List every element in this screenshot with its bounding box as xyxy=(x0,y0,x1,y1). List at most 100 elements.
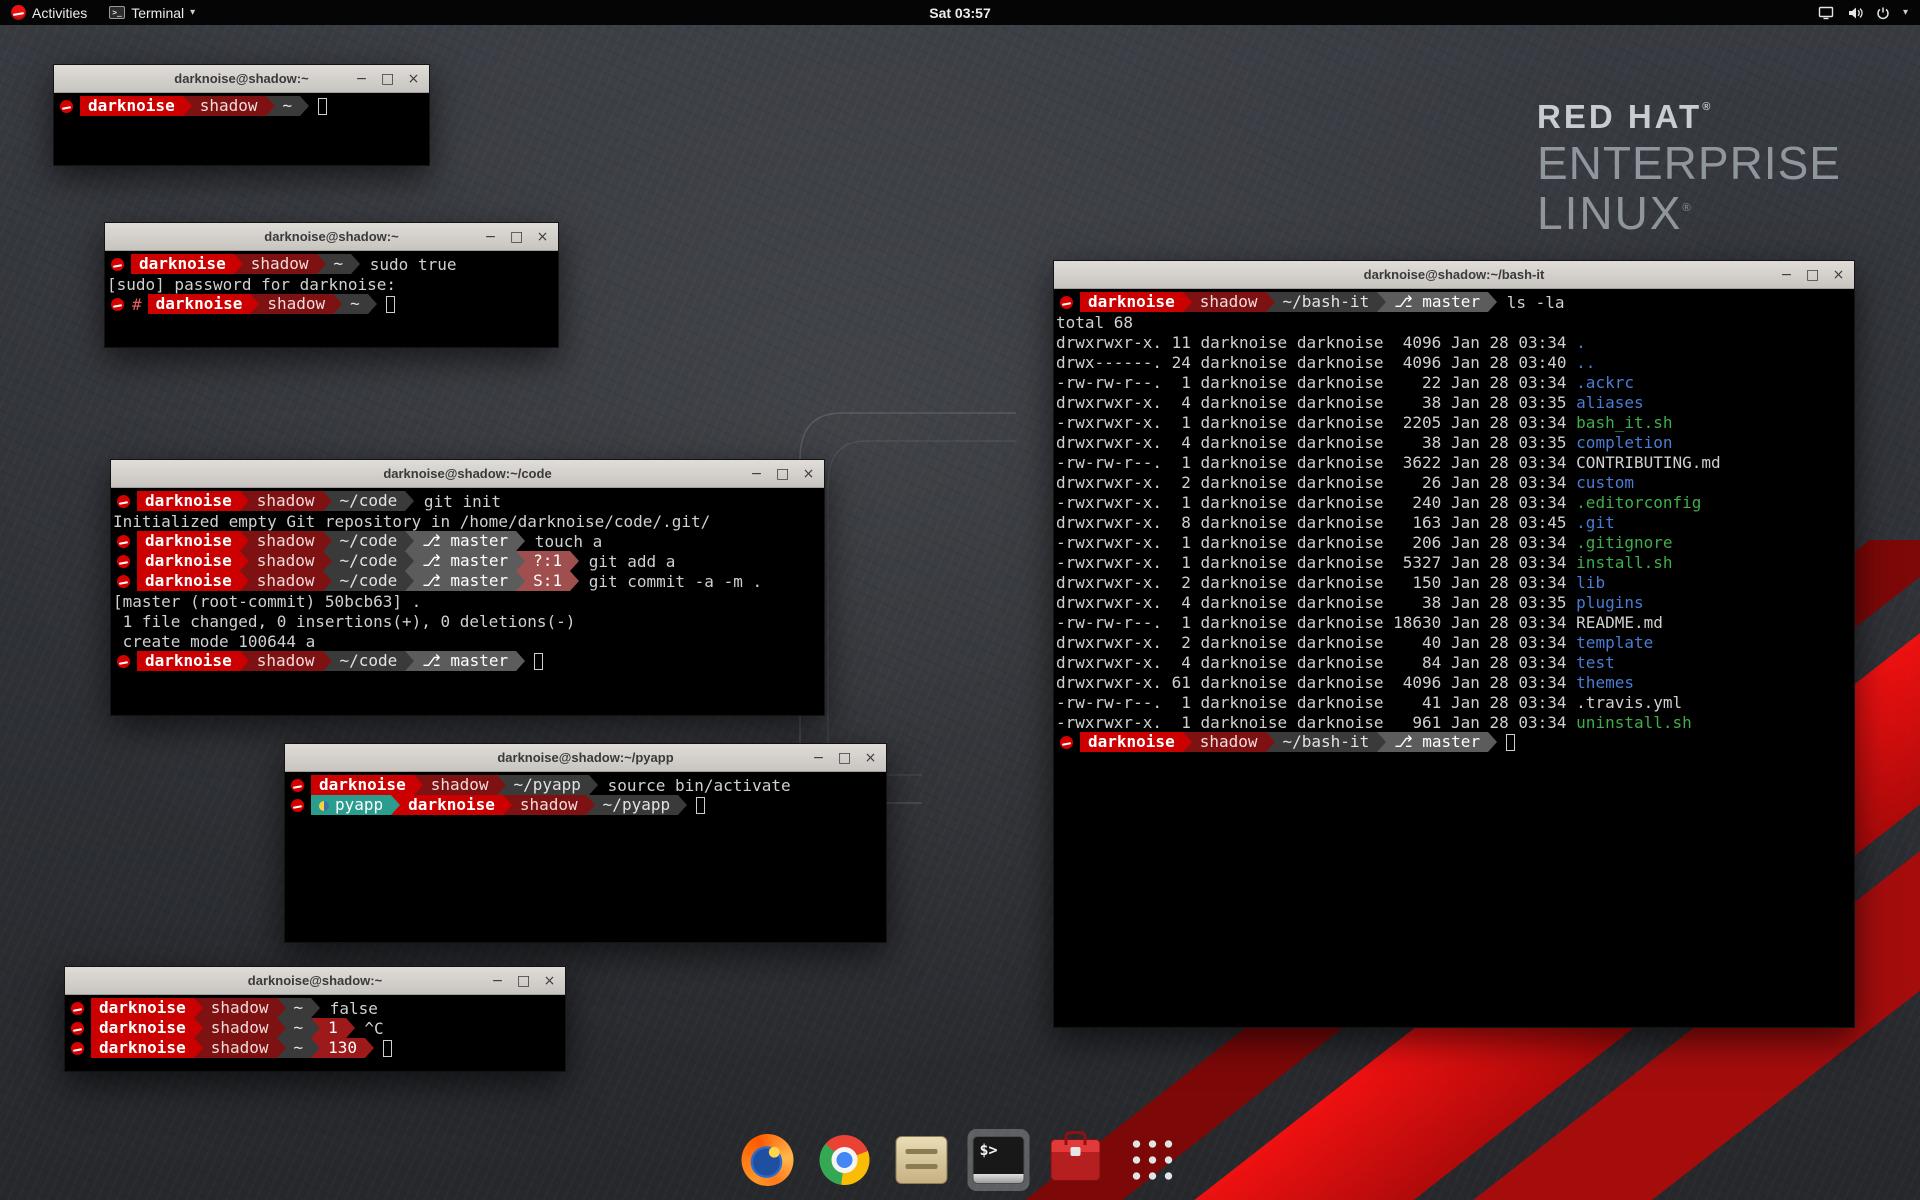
terminal-content[interactable]: darknoiseshadow~/pyapp source bin/activa… xyxy=(285,772,886,942)
volume-icon[interactable] xyxy=(1847,6,1863,20)
titlebar[interactable]: darknoise@shadow:~ − □ × xyxy=(54,65,429,93)
dock-appgrid[interactable] xyxy=(1122,1129,1184,1191)
prompt-segment-path: ~/code xyxy=(332,571,406,591)
terminal-cursor xyxy=(383,1040,392,1057)
dock-toolbox[interactable] xyxy=(1045,1129,1107,1191)
prompt-segment-host: shadow xyxy=(203,1018,277,1038)
logo-brand-text: RED HAT xyxy=(1537,98,1702,135)
powerline-separator xyxy=(405,491,414,511)
clock[interactable]: Sat 03:57 xyxy=(919,0,1000,25)
prompt-segment-path: ~/code xyxy=(332,551,406,571)
activities-button[interactable]: Activities xyxy=(0,0,98,25)
powerline-separator xyxy=(240,531,249,551)
root-indicator: # xyxy=(131,295,148,314)
titlebar[interactable]: darknoise@shadow:~/code − □ × xyxy=(111,460,824,488)
titlebar[interactable]: darknoise@shadow:~ − □ × xyxy=(105,223,558,251)
dock-files[interactable] xyxy=(891,1129,953,1191)
maximize-button[interactable]: □ xyxy=(381,71,394,87)
terminal-content[interactable]: darknoiseshadow~/bash-it⎇ master ls -lat… xyxy=(1054,289,1854,1027)
terminal-line: -rw-rw-r--. 1 darknoise darknoise 3622 J… xyxy=(1056,452,1852,472)
close-button[interactable]: × xyxy=(543,973,556,989)
terminal-content[interactable]: darknoiseshadow~/code git initInitialize… xyxy=(111,488,824,715)
terminal-line: darknoiseshadow~ false xyxy=(67,998,563,1018)
titlebar[interactable]: darknoise@shadow:~/bash-it − □ × xyxy=(1054,261,1854,289)
output-text: create mode 100644 a xyxy=(113,632,315,651)
terminal-line: darknoiseshadow~/code⎇ masterS:1 git com… xyxy=(113,571,822,591)
titlebar[interactable]: darknoise@shadow:~/pyapp − □ × xyxy=(285,744,886,772)
minimize-button[interactable]: − xyxy=(484,229,497,245)
prompt-segment-user: darknoise xyxy=(1080,732,1183,752)
prompt-segment-path: ~/code xyxy=(332,531,406,551)
dock-chrome[interactable] xyxy=(814,1129,876,1191)
close-button[interactable]: × xyxy=(407,71,420,87)
command-text: ^C xyxy=(355,1019,384,1038)
output-text: -rwxrwxr-x. 1 darknoise darknoise 240 Ja… xyxy=(1056,493,1576,512)
power-icon[interactable] xyxy=(1876,6,1890,20)
prompt-segment-path: ~/code xyxy=(332,491,406,511)
screen-icon[interactable] xyxy=(1818,6,1834,20)
terminal-line: darknoiseshadow~/code git init xyxy=(113,491,822,511)
minimize-button[interactable]: − xyxy=(812,750,825,766)
terminal-cursor xyxy=(534,653,543,670)
terminal-line: darknoiseshadow~ xyxy=(56,96,427,116)
prompt-segment-path: ~/bash-it xyxy=(1275,732,1378,752)
minimize-button[interactable]: − xyxy=(750,466,763,482)
powerline-separator xyxy=(678,795,687,815)
terminal-content[interactable]: darknoiseshadow~ sudo true[sudo] passwor… xyxy=(105,251,558,347)
powerline-separator xyxy=(516,551,525,571)
close-button[interactable]: × xyxy=(536,229,549,245)
dock-firefox[interactable] xyxy=(737,1129,799,1191)
powerline-separator xyxy=(1488,732,1497,752)
command-text: git add a xyxy=(579,552,675,571)
chrome-icon xyxy=(820,1135,870,1185)
directory-name: test xyxy=(1576,653,1615,672)
output-text: [sudo] password for darknoise: xyxy=(107,275,406,294)
redhat-prompt-icon xyxy=(111,298,124,311)
powerline-separator xyxy=(497,775,506,795)
dock-terminal[interactable]: $> xyxy=(968,1129,1030,1191)
maximize-button[interactable]: □ xyxy=(510,229,523,245)
terminal-line: total 68 xyxy=(1056,312,1852,332)
powerline-separator xyxy=(405,551,414,571)
maximize-button[interactable]: □ xyxy=(517,973,530,989)
terminal-line: darknoiseshadow~/pyapp source bin/activa… xyxy=(287,775,884,795)
powerline-separator xyxy=(586,795,595,815)
close-button[interactable]: × xyxy=(864,750,877,766)
terminal-window-bash-it: darknoise@shadow:~/bash-it − □ × darknoi… xyxy=(1053,260,1855,1028)
minimize-button[interactable]: − xyxy=(491,973,504,989)
powerline-separator xyxy=(311,1038,320,1058)
close-button[interactable]: × xyxy=(1832,267,1845,283)
directory-name: aliases xyxy=(1576,393,1643,412)
output-text: drwxrwxr-x. 8 darknoise darknoise 163 Ja… xyxy=(1056,513,1576,532)
titlebar[interactable]: darknoise@shadow:~ − □ × xyxy=(65,967,565,995)
desktop: RED HAT® ENTERPRISE LINUX® Activities >_… xyxy=(0,0,1920,1200)
maximize-button[interactable]: □ xyxy=(776,466,789,482)
command-text: git init xyxy=(414,492,501,511)
terminal-content[interactable]: darknoiseshadow~ falsedarknoiseshadow~1 … xyxy=(65,995,565,1071)
powerline-separator xyxy=(1183,732,1192,752)
terminal-line: darknoiseshadow~1 ^C xyxy=(67,1018,563,1038)
powerline-separator xyxy=(323,651,332,671)
powerline-separator xyxy=(240,551,249,571)
app-menu-terminal[interactable]: >_ Terminal ▾ xyxy=(98,0,206,25)
close-button[interactable]: × xyxy=(802,466,815,482)
prompt-segment-user: darknoise xyxy=(400,795,503,815)
terminal-cursor xyxy=(318,98,327,115)
minimize-button[interactable]: − xyxy=(1780,267,1793,283)
terminal-line: drwxrwxr-x. 61 darknoise darknoise 4096 … xyxy=(1056,672,1852,692)
powerline-separator xyxy=(234,254,243,274)
maximize-button[interactable]: □ xyxy=(1806,267,1819,283)
prompt-segment-host: shadow xyxy=(259,294,333,314)
prompt-segment-user: darknoise xyxy=(137,551,240,571)
system-menu-chevron-icon[interactable]: ▾ xyxy=(1903,7,1908,18)
powerline-separator xyxy=(570,571,579,591)
minimize-button[interactable]: − xyxy=(355,71,368,87)
terminal-line: [sudo] password for darknoise: xyxy=(107,274,556,294)
output-text: -rwxrwxr-x. 1 darknoise darknoise 2205 J… xyxy=(1056,413,1576,432)
terminal-line: Initialized empty Git repository in /hom… xyxy=(113,511,822,531)
maximize-button[interactable]: □ xyxy=(838,750,851,766)
prompt-segment-git: ⎇ master xyxy=(414,551,516,571)
prompt-segment-path: ~/pyapp xyxy=(506,775,589,795)
terminal-content[interactable]: darknoiseshadow~ xyxy=(54,93,429,165)
redhat-prompt-icon xyxy=(117,655,130,668)
